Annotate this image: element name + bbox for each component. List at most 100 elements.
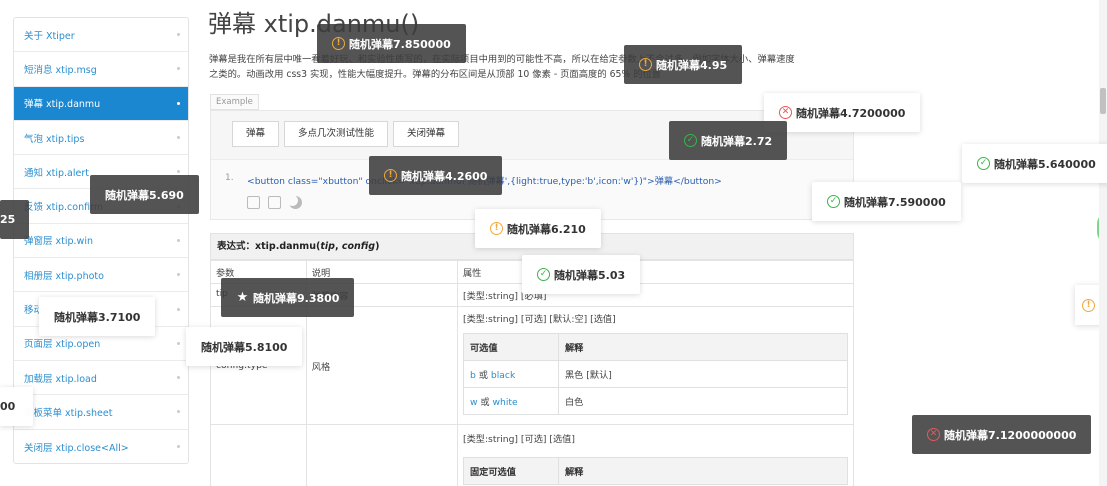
danmu-text: 随机弹幕6.210 [507, 222, 586, 236]
param-attr: [类型:string] [可选] [选值] [463, 434, 575, 445]
description-line: 之类的。动画改用 css3 实现，性能大幅度提升。弹幕的分布区间是从顶部 10 … [209, 69, 662, 80]
expression-param: config [341, 241, 376, 252]
param-desc: 风格 [305, 306, 459, 425]
table-header: 可选值 [463, 333, 559, 361]
warning-icon: ! [639, 58, 652, 71]
danmu-text: 随机弹幕3.7100 [54, 310, 141, 324]
bullet-dot-icon [177, 410, 180, 414]
example-tab[interactable]: Example [210, 94, 259, 110]
sidebar-item-label: 气泡 xtip.tips [24, 133, 85, 145]
danmu-bubble: ✓ 随机弹幕5.03 [522, 255, 641, 294]
sidebar-item-label: 相册层 xtip.photo [24, 270, 104, 282]
demo-button-row: 弹幕 多点几次测试性能 关闭弹幕 [232, 121, 460, 147]
danmu-text: 00 [0, 400, 16, 413]
scrollbar-track[interactable] [1099, 0, 1107, 486]
sidebar-item-close[interactable]: 关闭层 xtip.close<All> [14, 430, 188, 463]
success-icon: ✓ [537, 268, 550, 281]
bullet-dot-icon [177, 341, 180, 345]
view-source-icon[interactable] [247, 196, 260, 209]
option-or: 或 [475, 370, 491, 381]
danmu-text: 随机弹幕4.7200000 [796, 106, 906, 120]
danmu-bubble: ✓ 随机弹幕5.640000 [962, 144, 1107, 183]
error-icon: ✕ [927, 428, 940, 441]
close-danmu-button[interactable]: 关闭弹幕 [393, 121, 460, 147]
sidebar-item-label: 弹幕 xtip.danmu [24, 99, 101, 111]
sidebar-item-label: 面板菜单 xtip.sheet [24, 407, 113, 419]
danmu-text: 随机弹幕4.2600 [401, 169, 488, 183]
danmu-bubble: ✕ 随机弹幕7.1200000000 [912, 415, 1092, 454]
param-name [210, 424, 307, 486]
sidebar-item-label: 页面层 xtip.open [24, 339, 101, 351]
expression-suffix: ) [375, 241, 380, 252]
option-explain: 白色 [558, 387, 848, 415]
sidebar-item-msg[interactable]: 短消息 xtip.msg [14, 52, 188, 87]
table-header: 解释 [558, 333, 848, 361]
danmu-bubble: 随机弹幕5.690 [90, 175, 199, 214]
success-icon: ✓ [684, 134, 697, 147]
bullet-dot-icon [177, 273, 180, 277]
stress-test-button[interactable]: 多点几次测试性能 [284, 121, 389, 147]
description-line: 弹幕是我在所有层中唯一看着好玩、和实验性质写的，在实际项目中用到的可能性不高，所… [209, 54, 795, 65]
sidebar-item-label: 关闭层 xtip.close<All> [24, 442, 129, 454]
option-link[interactable]: black [491, 370, 515, 381]
param-attr: [类型:string] [可选] [默认:空] [选值] [463, 314, 616, 325]
sidebar-item-load[interactable]: 加载层 xtip.load [14, 361, 188, 396]
sidebar-item-about[interactable]: 关于 Xtiper [14, 18, 188, 53]
table-row: b 或 black 黑色 [默认] [463, 360, 848, 388]
sidebar-item-win[interactable]: 弹窗层 xtip.win [14, 224, 188, 259]
danmu-bubble: ✓ 随机弹幕7.590000 [812, 182, 961, 221]
code-toolbar [247, 196, 302, 209]
option-link[interactable]: w [470, 397, 478, 408]
danmu-text: 随机弹幕4.95 [656, 58, 728, 72]
sidebar-item-danmu[interactable]: 弹幕 xtip.danmu [14, 86, 188, 121]
danmu-bubble: ! 随机弹幕7.850000 [317, 24, 466, 63]
expression-param: tip [320, 241, 335, 252]
bullet-dot-icon [177, 170, 180, 174]
danmu-bubble: ✓ 随机弹幕2.72 [669, 121, 788, 160]
option-value: b 或 black [463, 360, 559, 388]
sidebar-item-label: 关于 Xtiper [24, 30, 75, 42]
option-explain: 黑色 [默认] [558, 360, 848, 388]
success-icon: ✓ [827, 195, 840, 208]
danmu-text: 随机弹幕9.3800 [253, 291, 340, 305]
bullet-dot-icon [177, 445, 180, 449]
table-row: config.type 风格 [类型:string] [可选] [默认:空] [… [210, 306, 854, 425]
warning-icon: ! [332, 37, 345, 50]
danmu-text: 随机弹幕7.590000 [844, 195, 946, 209]
option-value: w 或 white [463, 387, 559, 415]
bullet-dot-icon [177, 238, 180, 242]
table-row: [类型:string] [可选] [选值] 固定可选值 解释 [210, 424, 854, 486]
page-description: 弹幕是我在所有层中唯一看着好玩、和实验性质写的，在实际项目中用到的可能性不高，所… [209, 52, 859, 82]
scrollbar-thumb[interactable] [1100, 88, 1106, 114]
star-icon: ★ [236, 290, 249, 305]
danmu-bubble: ! 随机弹幕4.2600 [369, 156, 503, 195]
bullet-dot-icon [177, 376, 180, 380]
theme-toggle-icon[interactable] [289, 196, 302, 209]
danmu-bubble: ★ 随机弹幕9.3800 [221, 278, 355, 317]
success-icon: ✓ [977, 157, 990, 170]
danmu-bubble: 随机弹幕5.8100 [186, 327, 303, 366]
sidebar-item-label: 加载层 xtip.load [24, 373, 97, 385]
options-table: 固定可选值 解释 [463, 457, 848, 485]
bullet-dot-icon [177, 67, 180, 71]
expression-prefix: 表达式：xtip.danmu( [217, 241, 321, 252]
danmu-bubble: ! 随机弹幕4.95 [624, 45, 743, 84]
danmu-bubble: 25 [0, 200, 30, 239]
sidebar-item-photo[interactable]: 相册层 xtip.photo [14, 258, 188, 293]
danmu-bubble: 随机弹幕3.7100 [39, 297, 156, 336]
error-icon: ✕ [779, 106, 792, 119]
option-or: 或 [477, 397, 493, 408]
option-link[interactable]: white [493, 397, 518, 408]
table-header-row: 可选值 解释 [463, 333, 848, 361]
danmu-text: 25 [0, 213, 16, 226]
sidebar-item-label: 短消息 xtip.msg [24, 64, 97, 76]
danmu-bubble: ! 随机弹幕6.210 [475, 209, 601, 248]
danmu-text: 随机弹幕5.640000 [994, 157, 1096, 171]
sidebar-item-tips[interactable]: 气泡 xtip.tips [14, 121, 188, 156]
warning-icon: ! [1082, 298, 1095, 312]
warning-icon: ! [490, 222, 503, 235]
copy-icon[interactable] [268, 196, 281, 209]
sidebar-item-sheet[interactable]: 面板菜单 xtip.sheet [14, 395, 188, 430]
danmu-button[interactable]: 弹幕 [232, 121, 280, 147]
param-attr-cell: [类型:string] [可选] [默认:空] [选值] 可选值 解释 b 或 … [457, 306, 854, 425]
